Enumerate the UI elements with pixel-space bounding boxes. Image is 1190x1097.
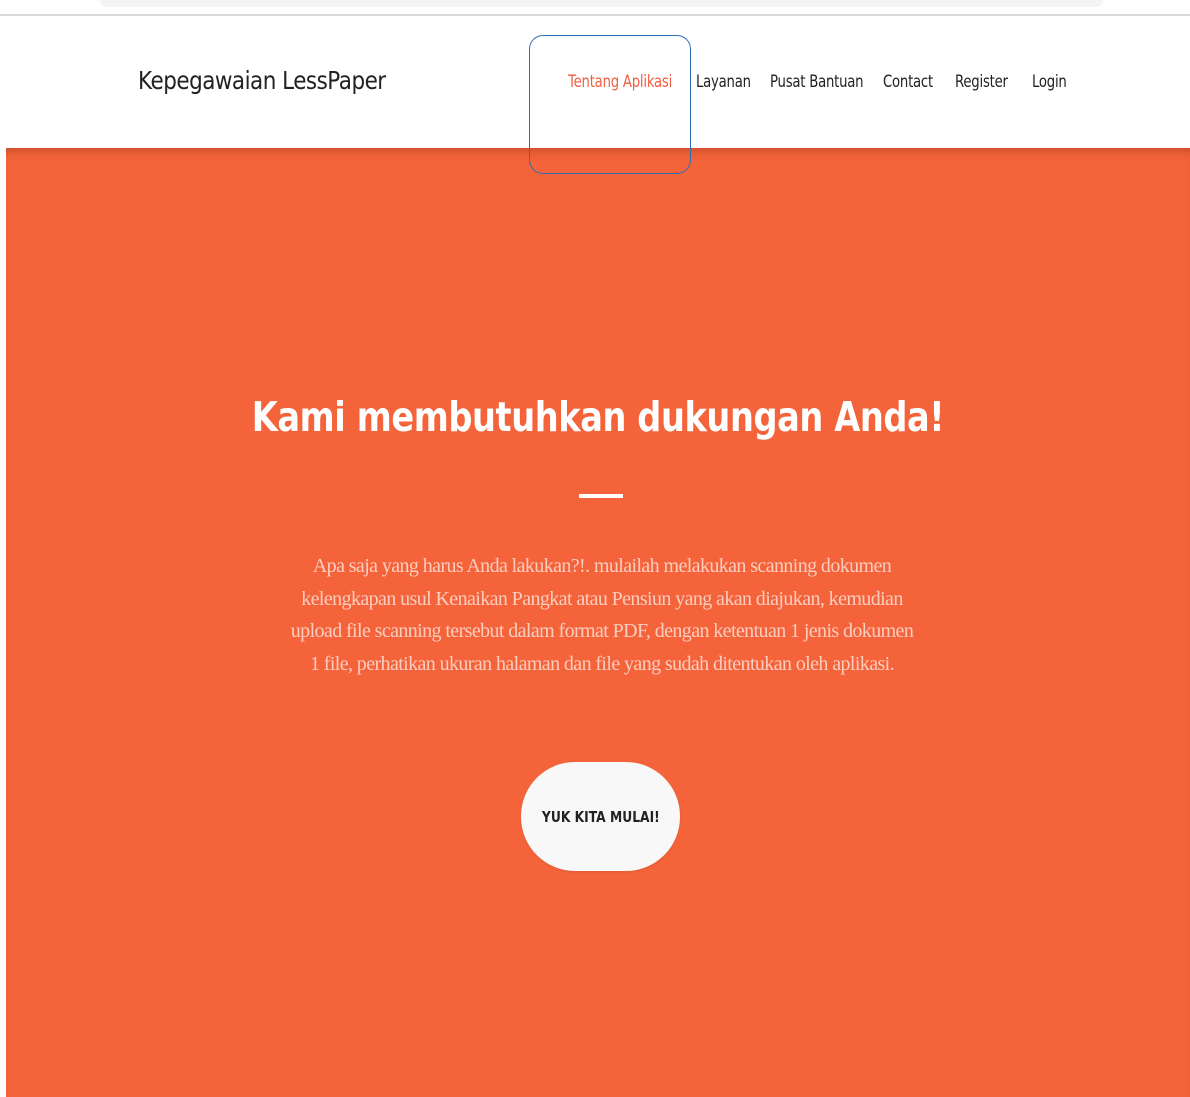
nav-item-layanan[interactable]: Layanan [696, 72, 751, 92]
hero-section: Kami membutuhkan dukungan Anda! Apa saja… [6, 148, 1190, 1097]
page: Kepegawaian LessPaper Tentang Aplikasi L… [0, 0, 1190, 1097]
browser-top-strip [100, 0, 1103, 7]
navbar: Kepegawaian LessPaper Tentang Aplikasi L… [0, 16, 1190, 148]
nav-item-pusat-bantuan[interactable]: Pusat Bantuan [770, 72, 864, 92]
nav-item-register[interactable]: Register [955, 72, 1008, 92]
start-button[interactable]: YUK KITA MULAI! [521, 762, 680, 871]
nav-item-login[interactable]: Login [1032, 72, 1067, 92]
hero-description: Apa saja yang harus Anda lakukan?!. mula… [290, 555, 914, 675]
hero-title: Kami membutuhkan dukungan Anda! [251, 393, 945, 441]
brand-logo-text[interactable]: Kepegawaian LessPaper [138, 66, 386, 95]
nav-item-contact[interactable]: Contact [883, 72, 933, 92]
hero-divider [579, 494, 623, 498]
start-button-label: YUK KITA MULAI! [541, 807, 660, 826]
nav-item-tentang-aplikasi[interactable]: Tentang Aplikasi [568, 72, 672, 92]
